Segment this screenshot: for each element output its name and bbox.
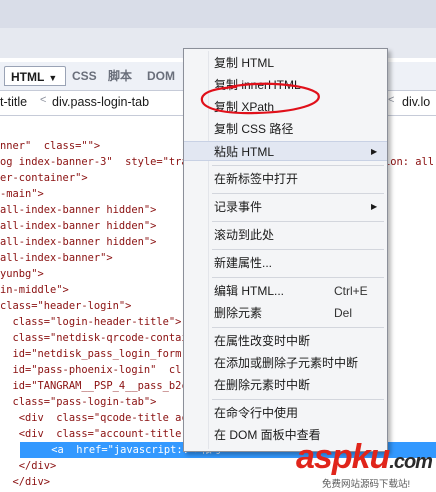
watermark-tagline: 免费网站源码下载站! <box>322 479 411 490</box>
menu-item-label: 新建属性... <box>214 256 273 270</box>
menu-item-paste-html[interactable]: 粘贴 HTML ▶ <box>184 141 387 161</box>
menu-item-label: 在属性改变时中断 <box>214 334 311 348</box>
menu-item-shortcut: Ctrl+E <box>334 284 368 298</box>
tab-dom[interactable]: DOM <box>147 66 175 86</box>
chevron-left-icon: < <box>40 94 47 106</box>
menu-item-label: 编辑 HTML... <box>214 284 285 298</box>
menu-divider <box>212 277 384 278</box>
menu-item-label: 粘贴 HTML <box>214 145 275 159</box>
menu-item-copy-innerhtml[interactable]: 复制 innerHTML <box>184 75 387 95</box>
breadcrumb-item[interactable]: div.pass-login-tab <box>52 95 149 109</box>
code-line[interactable]: </div> <box>0 458 57 474</box>
code-line[interactable]: </div> <box>0 474 51 490</box>
code-line[interactable]: yunbg"> <box>0 266 44 282</box>
tab-html[interactable]: HTML ▼ <box>4 66 66 86</box>
code-line[interactable]: id="netdisk_pass_login_form" c <box>0 346 207 362</box>
menu-item-break-on-child-change[interactable]: 在添加或删除子元素时中断 <box>184 353 387 373</box>
menu-item-label: 滚动到此处 <box>214 228 275 242</box>
code-line[interactable]: all-index-banner hidden"> <box>0 202 156 218</box>
code-line[interactable]: -main"> <box>0 186 44 202</box>
menu-item-label: 复制 HTML <box>214 56 275 70</box>
tab-css[interactable]: CSS <box>72 66 97 86</box>
menu-item-label: 删除元素 <box>214 306 263 320</box>
menu-item-copy-xpath[interactable]: 复制 XPath <box>184 97 387 117</box>
menu-divider <box>212 165 384 166</box>
menu-item-shortcut: Del <box>334 306 353 320</box>
code-line[interactable]: class="header-login"> <box>0 298 131 314</box>
menu-item-break-on-removal[interactable]: 在删除元素时中断 <box>184 375 387 395</box>
code-line[interactable]: all-index-banner hidden"> <box>0 218 156 234</box>
menu-item-label: 复制 CSS 路径 <box>214 122 294 136</box>
code-line[interactable]: all-index-banner hidden"> <box>0 234 156 250</box>
code-line-fragment: ion: all <box>384 156 435 168</box>
code-line[interactable]: class="pass-login-tab"> <box>0 394 157 410</box>
code-line[interactable]: all-index-banner"> <box>0 250 113 266</box>
code-line[interactable]: id="pass-phoenix-login" cl <box>0 362 182 378</box>
menu-item-label: 在命令行中使用 <box>214 406 299 420</box>
menu-item-copy-html[interactable]: 复制 HTML <box>184 53 387 73</box>
menu-divider <box>212 221 384 222</box>
menu-item-new-attribute[interactable]: 新建属性... <box>184 253 387 273</box>
chevron-right-icon: ▶ <box>371 202 378 211</box>
menu-item-label: 复制 innerHTML <box>214 78 301 92</box>
code-line[interactable]: in-middle"> <box>0 282 69 298</box>
breadcrumb-item[interactable]: t-title <box>0 95 27 109</box>
menu-item-open-new-tab[interactable]: 在新标签中打开 <box>184 169 387 189</box>
menu-divider <box>212 399 384 400</box>
code-line[interactable]: og index-banner-3" style="transf <box>0 154 206 170</box>
menu-item-label: 在删除元素时中断 <box>214 378 311 392</box>
watermark-logo: aspku.com 免费网站源码下载站! <box>296 438 436 492</box>
code-line[interactable]: nner" class=""> <box>0 138 100 154</box>
menu-item-label: 在新标签中打开 <box>214 172 299 186</box>
menu-item-copy-css-path[interactable]: 复制 CSS 路径 <box>184 119 387 139</box>
code-line[interactable]: id="TANGRAM__PSP_4__pass_b2c" <box>0 378 194 394</box>
menu-item-scroll-into-view[interactable]: 滚动到此处 <box>184 225 387 245</box>
breadcrumb-item[interactable]: div.lo <box>402 95 430 109</box>
watermark-brand: aspku.com <box>296 438 433 476</box>
menu-divider <box>212 327 384 328</box>
menu-item-log-events[interactable]: 记录事件 ▶ <box>184 197 387 217</box>
menu-item-use-in-console[interactable]: 在命令行中使用 <box>184 403 387 423</box>
menu-item-break-on-attr-change[interactable]: 在属性改变时中断 <box>184 331 387 351</box>
menu-item-delete-element[interactable]: 删除元素 Del <box>184 303 387 323</box>
menu-divider <box>212 249 384 250</box>
tab-html-label: HTML <box>11 70 45 84</box>
menu-item-label: 记录事件 <box>214 200 263 214</box>
chevron-left-icon: < <box>388 94 395 106</box>
chevron-down-icon[interactable]: ▼ <box>48 73 57 83</box>
code-line[interactable]: class="netdisk-qrcode-container <box>0 330 207 346</box>
menu-divider <box>212 193 384 194</box>
menu-item-edit-html[interactable]: 编辑 HTML... Ctrl+E <box>184 281 387 301</box>
code-line[interactable]: <div class="account-title"> <box>0 426 194 442</box>
code-line[interactable]: class="login-header-title"> <box>0 314 182 330</box>
tab-script[interactable]: 脚本 <box>108 66 132 86</box>
chevron-right-icon: ▶ <box>371 147 378 156</box>
code-line[interactable]: er-container"> <box>0 170 88 186</box>
menu-item-label: 复制 XPath <box>214 100 275 114</box>
context-menu: 复制 HTML 复制 innerHTML 复制 XPath 复制 CSS 路径 … <box>183 48 388 452</box>
menu-item-label: 在添加或删除子元素时中断 <box>214 356 359 370</box>
